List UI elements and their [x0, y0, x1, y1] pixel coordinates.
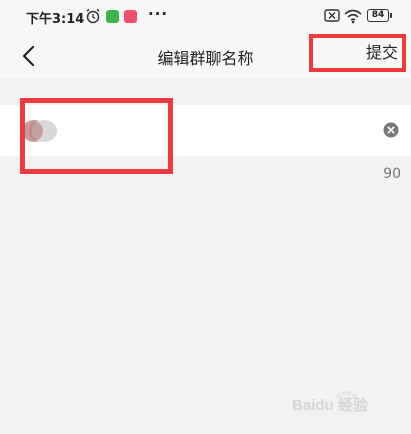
submit-button[interactable]: 提交 [309, 34, 406, 72]
status-bar: 下午3:14 ··· 84 [0, 0, 411, 34]
app-notification-icon [106, 10, 119, 23]
watermark-text: Baidu 经验 [292, 397, 368, 414]
status-time: 下午3:14 [26, 12, 85, 27]
no-sim-icon [324, 9, 340, 22]
char-limit-counter: 90 [383, 166, 401, 182]
clear-button[interactable] [383, 122, 399, 138]
alarm-clock-icon [86, 8, 100, 24]
app-notification-icon [124, 10, 137, 23]
group-name-input-row[interactable] [0, 105, 411, 156]
navigation-bar: 编辑群聊名称 提交 [0, 34, 411, 78]
group-name-input[interactable] [18, 111, 318, 149]
wifi-icon [344, 9, 362, 24]
more-notifications-icon: ··· [148, 5, 169, 23]
battery-icon: 84 [367, 9, 392, 22]
